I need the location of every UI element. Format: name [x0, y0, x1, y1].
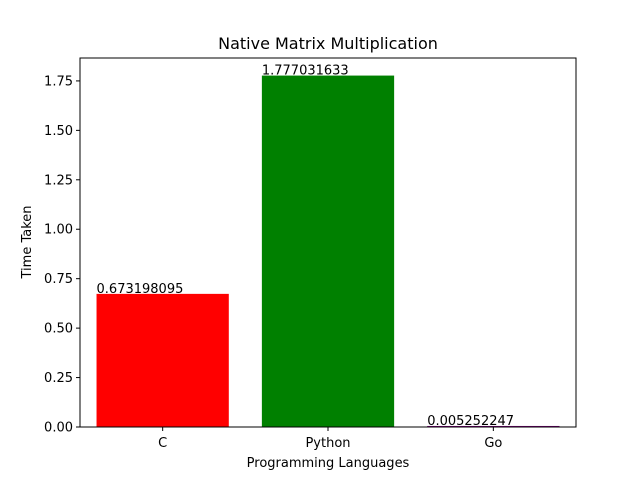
- y-tick-label: 1.25: [44, 173, 73, 188]
- y-axis-label: Time Taken: [20, 205, 35, 279]
- x-tick-label-python: Python: [305, 436, 350, 451]
- y-tick-label: 0.75: [44, 272, 73, 287]
- bar-c: [96, 293, 229, 427]
- bar-python: [261, 75, 395, 428]
- chart-container: Native Matrix Multiplication 0.673198095…: [0, 0, 640, 480]
- data-label-c: 0.673198095: [97, 282, 184, 297]
- chart-title: Native Matrix Multiplication: [218, 34, 438, 53]
- data-label-python: 1.777031633: [262, 64, 349, 79]
- y-tick-label: 1.50: [44, 124, 73, 139]
- x-tick-label-c: C: [158, 436, 167, 451]
- y-tick-label: 1.00: [44, 223, 73, 238]
- bar-chart: Native Matrix Multiplication 0.673198095…: [0, 0, 640, 480]
- x-tick-label-go: Go: [484, 436, 502, 451]
- y-tick-label: 0.50: [44, 322, 73, 337]
- y-tick-label: 0.00: [44, 421, 73, 436]
- y-tick-label: 0.25: [44, 371, 73, 386]
- y-tick-label: 1.75: [44, 74, 73, 89]
- x-axis-label: Programming Languages: [247, 456, 410, 471]
